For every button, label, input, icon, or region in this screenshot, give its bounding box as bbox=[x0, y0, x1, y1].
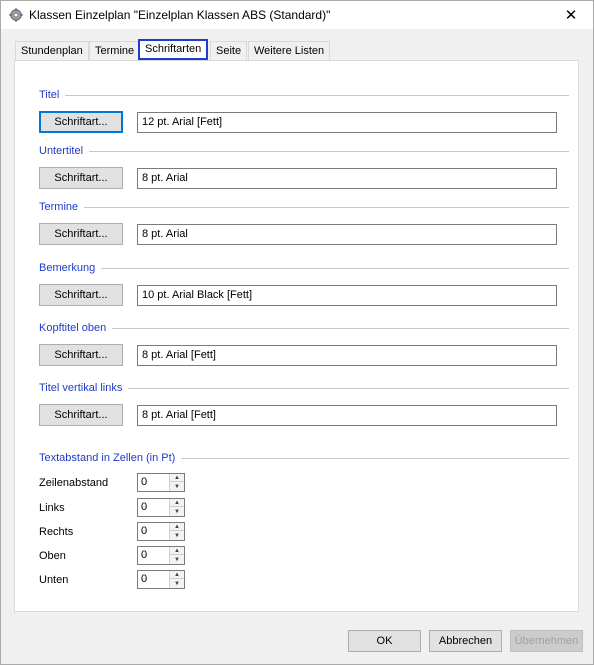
spin-down-icon[interactable]: ▼ bbox=[170, 579, 184, 588]
group-title-termine: Termine bbox=[39, 201, 85, 213]
label-links: Links bbox=[39, 502, 65, 514]
title-bar[interactable]: Klassen Einzelplan "Einzelplan Klassen A… bbox=[1, 1, 593, 29]
spin-up-icon[interactable]: ▲ bbox=[170, 547, 184, 555]
close-button[interactable]: ✕ bbox=[549, 1, 593, 29]
font-button-bemerkung[interactable]: Schriftart... bbox=[39, 284, 123, 306]
label-rechts: Rechts bbox=[39, 526, 74, 538]
tab-weitere-listen[interactable]: Weitere Listen bbox=[248, 41, 331, 61]
label-oben: Oben bbox=[39, 550, 66, 562]
spin-up-icon[interactable]: ▲ bbox=[170, 474, 184, 482]
spin-arrows: ▲ ▼ bbox=[169, 547, 184, 564]
spin-up-icon[interactable]: ▲ bbox=[170, 499, 184, 507]
cancel-button[interactable]: Abbrechen bbox=[429, 630, 502, 652]
group-divider bbox=[39, 95, 569, 96]
font-field-untertitel[interactable]: 8 pt. Arial bbox=[137, 168, 557, 189]
spin-arrows: ▲ ▼ bbox=[169, 499, 184, 516]
group-divider bbox=[39, 207, 569, 208]
close-icon: ✕ bbox=[564, 7, 578, 24]
spin-oben[interactable]: 0 ▲ ▼ bbox=[137, 546, 185, 565]
label-unten: Unten bbox=[39, 574, 69, 586]
spin-up-icon[interactable]: ▲ bbox=[170, 523, 184, 531]
spin-down-icon[interactable]: ▼ bbox=[170, 555, 184, 564]
group-title-untertitel: Untertitel bbox=[39, 145, 90, 157]
apply-button[interactable]: Übernehmen bbox=[510, 630, 583, 652]
gear-icon bbox=[9, 8, 23, 22]
tab-seite[interactable]: Seite bbox=[210, 41, 248, 61]
group-title-textabstand: Textabstand in Zellen (in Pt) bbox=[39, 452, 182, 464]
tab-schriftarten[interactable]: Schriftarten bbox=[138, 39, 209, 60]
dialog-window: Klassen Einzelplan "Einzelplan Klassen A… bbox=[0, 0, 594, 665]
group-divider bbox=[39, 268, 569, 269]
spin-rechts[interactable]: 0 ▲ ▼ bbox=[137, 522, 185, 541]
spin-arrows: ▲ ▼ bbox=[169, 474, 184, 491]
font-field-titel[interactable]: 12 pt. Arial [Fett] bbox=[137, 112, 557, 133]
group-title-titel: Titel bbox=[39, 89, 66, 101]
spin-down-icon[interactable]: ▼ bbox=[170, 507, 184, 516]
spin-value[interactable]: 0 bbox=[141, 549, 147, 561]
tab-termine[interactable]: Termine bbox=[89, 41, 141, 61]
spin-down-icon[interactable]: ▼ bbox=[170, 482, 184, 491]
font-button-titel-vertikal-links[interactable]: Schriftart... bbox=[39, 404, 123, 426]
spin-up-icon[interactable]: ▲ bbox=[170, 571, 184, 579]
ok-button[interactable]: OK bbox=[348, 630, 421, 652]
font-field-termine[interactable]: 8 pt. Arial bbox=[137, 224, 557, 245]
font-button-termine[interactable]: Schriftart... bbox=[39, 223, 123, 245]
spin-value[interactable]: 0 bbox=[141, 501, 147, 513]
group-divider bbox=[39, 328, 569, 329]
spin-value[interactable]: 0 bbox=[141, 476, 147, 488]
group-title-bemerkung: Bemerkung bbox=[39, 262, 102, 274]
font-button-titel[interactable]: Schriftart... bbox=[39, 111, 123, 133]
label-zeilenabstand: Zeilenabstand bbox=[39, 477, 109, 489]
group-title-titel-vertikal-links: Titel vertikal links bbox=[39, 382, 129, 394]
spin-links[interactable]: 0 ▲ ▼ bbox=[137, 498, 185, 517]
font-field-bemerkung[interactable]: 10 pt. Arial Black [Fett] bbox=[137, 285, 557, 306]
spin-down-icon[interactable]: ▼ bbox=[170, 531, 184, 540]
tab-stundenplan[interactable]: Stundenplan bbox=[15, 41, 89, 61]
group-title-kopftitel-oben: Kopftitel oben bbox=[39, 322, 113, 334]
spin-zeilenabstand[interactable]: 0 ▲ ▼ bbox=[137, 473, 185, 492]
font-field-kopftitel-oben[interactable]: 8 pt. Arial [Fett] bbox=[137, 345, 557, 366]
tab-panel-schriftarten: Titel Schriftart... 12 pt. Arial [Fett] … bbox=[14, 60, 579, 612]
spin-value[interactable]: 0 bbox=[141, 573, 147, 585]
window-title: Klassen Einzelplan "Einzelplan Klassen A… bbox=[29, 8, 331, 22]
spin-arrows: ▲ ▼ bbox=[169, 523, 184, 540]
spin-unten[interactable]: 0 ▲ ▼ bbox=[137, 570, 185, 589]
group-divider bbox=[39, 151, 569, 152]
spin-value[interactable]: 0 bbox=[141, 525, 147, 537]
font-field-titel-vertikal-links[interactable]: 8 pt. Arial [Fett] bbox=[137, 405, 557, 426]
font-button-untertitel[interactable]: Schriftart... bbox=[39, 167, 123, 189]
font-button-kopftitel-oben[interactable]: Schriftart... bbox=[39, 344, 123, 366]
spin-arrows: ▲ ▼ bbox=[169, 571, 184, 588]
